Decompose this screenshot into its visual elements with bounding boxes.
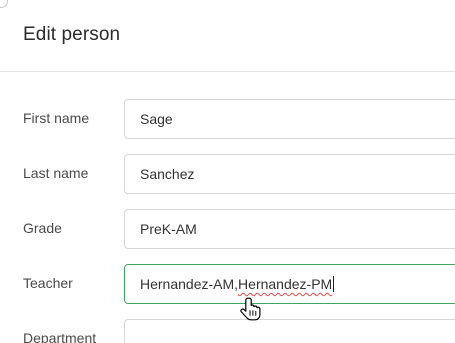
- dialog-header: Edit person: [0, 0, 455, 72]
- teacher-field[interactable]: Hernandez-AM,Hernandez-PM: [124, 264, 455, 304]
- teacher-value-part2: Hernandez-PM: [238, 276, 333, 292]
- grade-label: Grade: [23, 220, 62, 236]
- last-name-label: Last name: [23, 165, 89, 181]
- first-name-field[interactable]: Sage: [124, 99, 455, 139]
- last-name-value: Sanchez: [140, 166, 195, 182]
- text-caret: [333, 276, 335, 292]
- first-name-value: Sage: [140, 111, 173, 127]
- teacher-label: Teacher: [23, 275, 73, 291]
- first-name-label: First name: [23, 110, 90, 126]
- department-field[interactable]: [124, 319, 455, 343]
- department-row: Department: [0, 319, 455, 343]
- department-label: Department: [23, 330, 97, 343]
- grade-row: Grade PreK-AM: [0, 209, 455, 249]
- teacher-value-part1: Hernandez-AM,: [140, 276, 239, 292]
- grade-field[interactable]: PreK-AM: [124, 209, 455, 249]
- last-name-field[interactable]: Sanchez: [124, 154, 455, 194]
- teacher-value: Hernandez-AM,Hernandez-PM: [140, 276, 335, 292]
- dialog-title: Edit person: [23, 24, 121, 45]
- grade-value: PreK-AM: [140, 221, 197, 237]
- last-name-row: Last name Sanchez: [0, 154, 455, 194]
- first-name-row: First name Sage: [0, 99, 455, 139]
- hand-pointer-icon: [240, 297, 261, 321]
- teacher-row: Teacher Hernandez-AM,Hernandez-PM: [0, 264, 455, 304]
- edit-person-dialog: Edit person First name Sage Last name Sa…: [0, 0, 455, 343]
